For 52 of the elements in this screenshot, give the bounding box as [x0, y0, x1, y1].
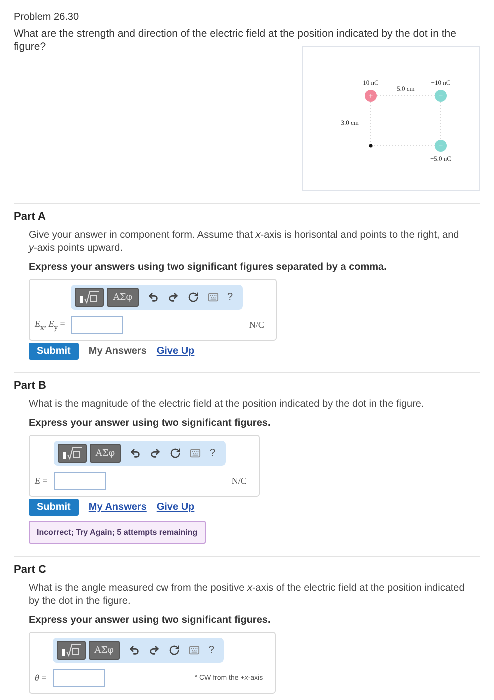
feedback-message: Incorrect; Try Again; 5 attempts remaining — [29, 521, 206, 544]
redo-icon[interactable] — [148, 645, 160, 656]
help-button[interactable]: ? — [208, 645, 214, 656]
question-text: What is the magnitude of the electric field at the position indicated by the dot in the figure. — [29, 398, 426, 411]
undo-icon[interactable] — [130, 448, 141, 459]
answer-input[interactable] — [54, 472, 106, 490]
answer-label: E = — [35, 476, 49, 486]
problem-title: Problem 26.30 — [14, 12, 80, 23]
keyboard-icon[interactable] — [190, 448, 201, 459]
templates-icon — [79, 291, 100, 304]
part-title: Part B — [14, 380, 48, 392]
part-title: Part A — [14, 211, 47, 223]
templates-button[interactable] — [75, 288, 104, 307]
submit-button[interactable]: Submit — [29, 499, 79, 516]
templates-icon — [60, 644, 82, 657]
templates-button[interactable] — [58, 444, 87, 463]
symbols-button[interactable]: ΑΣφ — [88, 641, 120, 660]
templates-icon — [62, 447, 83, 460]
position-dot — [369, 144, 373, 148]
question-text: What is the angle measured cw from the positive x-axis of the electric field at the position indicated by the dot in the figure. — [29, 582, 466, 608]
unit-label: N/C — [249, 320, 264, 330]
redo-icon[interactable] — [150, 448, 161, 459]
reset-icon[interactable] — [168, 645, 180, 656]
help-button[interactable]: ? — [228, 292, 234, 303]
answer-link[interactable]: Give Up — [156, 502, 195, 513]
dashed-lines — [370, 96, 442, 146]
instruction-text: Express your answer using two significant figures. — [29, 418, 272, 429]
redo-icon[interactable] — [168, 292, 178, 303]
submit-button[interactable]: Submit — [29, 343, 79, 360]
symbols-button[interactable]: ΑΣφ — [107, 288, 138, 307]
instruction-text: Express your answers using two significant figures separated by a comma. — [29, 262, 388, 273]
reset-icon[interactable] — [188, 292, 198, 303]
reset-icon[interactable] — [170, 448, 181, 459]
templates-button[interactable] — [56, 641, 86, 660]
part-title: Part C — [14, 564, 48, 576]
answer-input[interactable] — [71, 316, 124, 334]
answer-link[interactable]: Give Up — [156, 346, 195, 357]
unit-label: N/C — [232, 476, 247, 486]
help-button[interactable]: ? — [210, 448, 216, 459]
answer-link[interactable]: My Answers — [88, 502, 147, 513]
keyboard-icon[interactable] — [188, 645, 200, 656]
symbols-button[interactable]: ΑΣφ — [90, 444, 121, 463]
undo-icon[interactable] — [148, 292, 158, 303]
undo-icon[interactable] — [128, 645, 140, 656]
answer-input[interactable] — [52, 669, 105, 687]
answer-label: θ = — [35, 673, 48, 683]
instruction-text: Express your answer using two significant figures. — [29, 615, 272, 626]
answer-label: E$_{x}$, E$_{y}$ = — [35, 318, 66, 332]
keyboard-icon[interactable] — [208, 292, 218, 303]
question-text: Give your answer in component form. Assume that x-axis is horisontal and points to the right, and y-axis points upward. — [29, 229, 460, 255]
my-answers-label[interactable]: My Answers — [88, 346, 147, 357]
question-text: What are the strength and direction of the electric field at the position indicated by the dot in the figure? — [14, 28, 458, 54]
